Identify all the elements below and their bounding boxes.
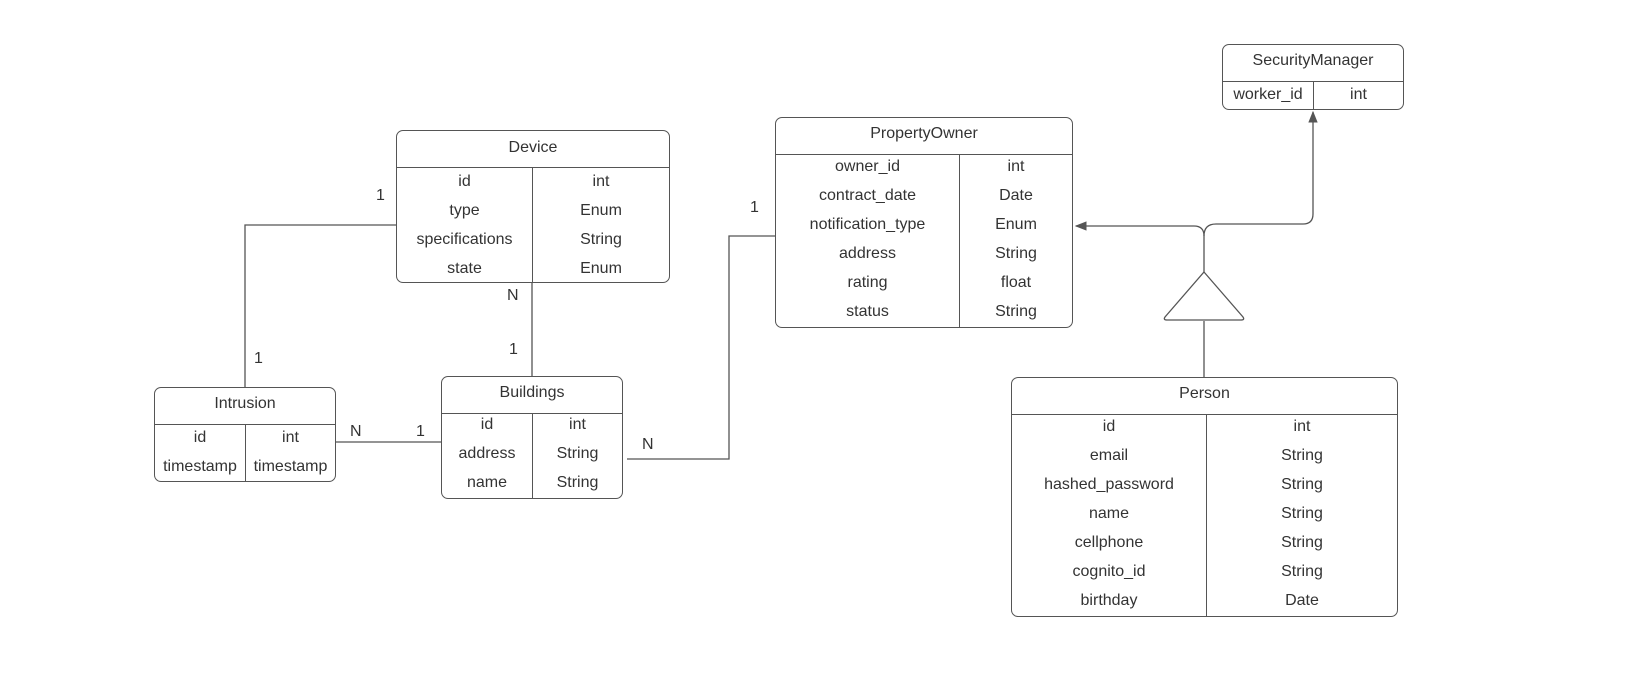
connector-device-intrusion [244, 224, 399, 387]
entity-title: SecurityManager [1223, 45, 1403, 82]
attribute-type: int [569, 416, 586, 433]
attribute-name: hashed_password [1044, 476, 1174, 493]
attribute-type: timestamp [253, 458, 328, 475]
attribute-type: String [580, 231, 622, 248]
entity-person[interactable]: Person id email hashed_password name cel… [1011, 377, 1398, 617]
cardinality-device-to-buildings: N [507, 287, 519, 304]
cardinality-buildings-from-intrusion: 1 [416, 423, 425, 440]
attribute-name: worker_id [1233, 86, 1303, 103]
attribute-type: String [556, 445, 599, 462]
cardinality-buildings-from-device: 1 [509, 341, 518, 358]
attribute-type: String [1281, 447, 1323, 464]
attribute-name: rating [847, 274, 888, 291]
attribute-name: cognito_id [1072, 563, 1146, 580]
connector-triangle-manager [1203, 110, 1318, 237]
attribute-name: status [846, 303, 889, 320]
attribute-type: Date [1285, 592, 1319, 609]
cardinality-owner-from-buildings: 1 [750, 199, 759, 216]
attribute-name: timestamp [163, 458, 237, 475]
attribute-name: specifications [416, 231, 513, 248]
entity-intrusion[interactable]: Intrusion id timestamp int timestamp [154, 387, 336, 482]
attribute-name: owner_id [835, 158, 900, 175]
entity-property-owner[interactable]: PropertyOwner owner_id contract_date not… [775, 117, 1073, 328]
attribute-type: Enum [580, 260, 622, 277]
attribute-type: String [1281, 476, 1323, 493]
attribute-type: int [1293, 418, 1311, 435]
attribute-name: email [1089, 447, 1129, 464]
attribute-type: String [995, 245, 1037, 262]
entity-title: Person [1012, 378, 1397, 415]
attribute-type: String [995, 303, 1037, 320]
entity-title: Buildings [442, 377, 622, 414]
entity-title: PropertyOwner [776, 118, 1072, 155]
attribute-type: float [1000, 274, 1032, 291]
attribute-type: Enum [995, 216, 1037, 233]
attribute-type: String [1281, 505, 1323, 522]
attribute-name: notification_type [809, 216, 926, 233]
attribute-name: id [1102, 418, 1116, 435]
cardinality-intrusion-from-device: 1 [254, 350, 263, 367]
cardinality-intrusion-to-buildings: N [350, 423, 362, 440]
attribute-type: Date [999, 187, 1033, 204]
attribute-name: id [458, 173, 471, 190]
entity-title: Device [397, 131, 669, 168]
attribute-type: String [1281, 563, 1323, 580]
attribute-name: address [458, 445, 516, 462]
cardinality-buildings-to-owner: N [642, 436, 654, 453]
attribute-type: int [282, 429, 299, 446]
attribute-name: name [1088, 505, 1130, 522]
attribute-name: contract_date [819, 187, 916, 204]
connector-triangle-owner [1074, 221, 1205, 272]
attribute-type: int [1007, 158, 1025, 175]
attribute-name: name [466, 474, 508, 491]
attribute-type: int [1350, 86, 1367, 103]
attribute-name: id [480, 416, 494, 433]
attribute-name: type [449, 202, 480, 219]
attribute-name: birthday [1080, 592, 1138, 609]
entity-security-manager[interactable]: SecurityManager worker_id int [1222, 44, 1404, 110]
entity-buildings[interactable]: Buildings id address name int String Str… [441, 376, 623, 499]
attribute-name: cellphone [1074, 534, 1144, 551]
attribute-name: address [839, 245, 896, 262]
entity-device[interactable]: Device id type specifications state int … [396, 130, 670, 283]
cardinality-device-to-intrusion: 1 [376, 187, 385, 204]
attribute-name: id [193, 429, 207, 446]
attribute-type: int [592, 173, 610, 190]
attribute-type: Enum [580, 202, 622, 219]
attribute-type: String [556, 474, 599, 491]
entity-title: Intrusion [155, 388, 335, 425]
attribute-type: String [1281, 534, 1323, 551]
inheritance-triangle [1163, 271, 1245, 321]
attribute-name: state [447, 260, 482, 277]
